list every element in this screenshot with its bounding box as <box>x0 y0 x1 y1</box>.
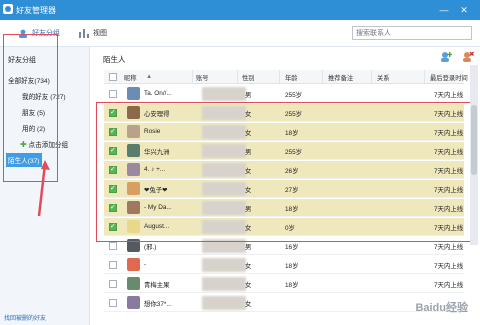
col-relation[interactable]: 关系 <box>377 73 390 82</box>
view-label: 视图 <box>93 30 107 37</box>
window-title: 好友管理器 <box>16 6 56 15</box>
search-input[interactable] <box>352 26 472 40</box>
col-nickname[interactable]: 昵称 <box>124 73 137 82</box>
account-redacted <box>202 277 246 291</box>
select-all-checkbox[interactable] <box>109 73 117 81</box>
account-redacted <box>202 258 246 272</box>
nickname-cell: - <box>144 261 147 268</box>
account-redacted <box>202 296 246 310</box>
column-divider <box>371 70 372 84</box>
view-tab[interactable]: 视图 <box>79 28 107 38</box>
annotation-arrow <box>37 160 50 217</box>
gender-cell: 女 <box>245 263 252 270</box>
title-bar: 好友管理器 — ✕ <box>0 0 480 20</box>
col-account[interactable]: 账号 <box>196 73 209 82</box>
minimize-icon[interactable]: — <box>438 4 450 16</box>
age-cell: 18岁 <box>285 263 299 270</box>
header-actions <box>440 51 474 65</box>
gender-cell: 男 <box>245 244 252 251</box>
page-title: 陌生人 <box>103 55 126 64</box>
last-login-cell: 7天内上线 <box>434 263 464 270</box>
avatar <box>127 296 140 309</box>
row-checkbox[interactable] <box>109 90 117 98</box>
column-divider <box>192 70 193 84</box>
row-checkbox[interactable] <box>109 261 117 269</box>
col-note[interactable]: 推荐备注 <box>328 73 353 82</box>
avatar <box>127 258 140 271</box>
table-header: 昵称 ▲ 账号 性别 年龄 推荐备注 关系 最后登录时间 <box>104 70 468 84</box>
avatar <box>127 87 140 100</box>
watermark: Baidu经验 <box>415 302 468 314</box>
sort-ascending-icon: ▲ <box>146 73 153 80</box>
row-checkbox[interactable] <box>109 280 117 288</box>
table-row[interactable]: 青梅主果 女 18岁 7天内上线 <box>104 275 464 293</box>
row-checkbox[interactable] <box>109 299 117 307</box>
table-row[interactable]: - 女 18岁 7天内上线 <box>104 256 464 274</box>
recover-deleted-friends-link[interactable]: 找回被删的好友 <box>4 313 46 322</box>
gender-cell: 男 <box>245 92 252 99</box>
col-age[interactable]: 年龄 <box>285 73 298 82</box>
column-divider <box>322 70 323 84</box>
column-divider <box>237 70 238 84</box>
close-icon[interactable]: ✕ <box>458 4 470 16</box>
last-login-cell: 7天内上线 <box>434 92 464 99</box>
nickname-cell: (邪.) <box>144 244 157 251</box>
row-checkbox[interactable] <box>109 242 117 250</box>
age-cell: 18岁 <box>285 282 299 289</box>
avatar <box>127 277 140 290</box>
app-icon <box>3 4 13 14</box>
age-cell: 255岁 <box>285 92 303 99</box>
annotation-box-rows <box>96 102 472 242</box>
column-divider <box>424 70 425 84</box>
nickname-cell: 想你37*... <box>144 301 172 308</box>
col-gender[interactable]: 性别 <box>242 73 255 82</box>
table-row[interactable]: 想你37*... 女 <box>104 294 464 312</box>
column-divider <box>279 70 280 84</box>
last-login-cell: 7天内上线 <box>434 244 464 251</box>
add-friend-icon[interactable] <box>440 51 453 63</box>
remove-friend-icon[interactable] <box>462 51 474 63</box>
gender-cell: 女 <box>245 282 252 289</box>
view-icon <box>79 28 89 38</box>
nickname-cell: 青梅主果 <box>144 282 170 289</box>
account-redacted <box>202 87 246 101</box>
nickname-cell: Ta. On//... <box>144 90 172 97</box>
age-cell: 16岁 <box>285 244 299 251</box>
gender-cell: 女 <box>245 301 252 308</box>
scrollbar[interactable] <box>470 65 478 245</box>
col-last-login[interactable]: 最后登录时间 <box>430 73 468 82</box>
scrollbar-thumb[interactable] <box>471 105 477 175</box>
last-login-cell: 7天内上线 <box>434 282 464 289</box>
table-row[interactable]: Ta. On//... 男 255岁 7天内上线 <box>104 85 464 103</box>
